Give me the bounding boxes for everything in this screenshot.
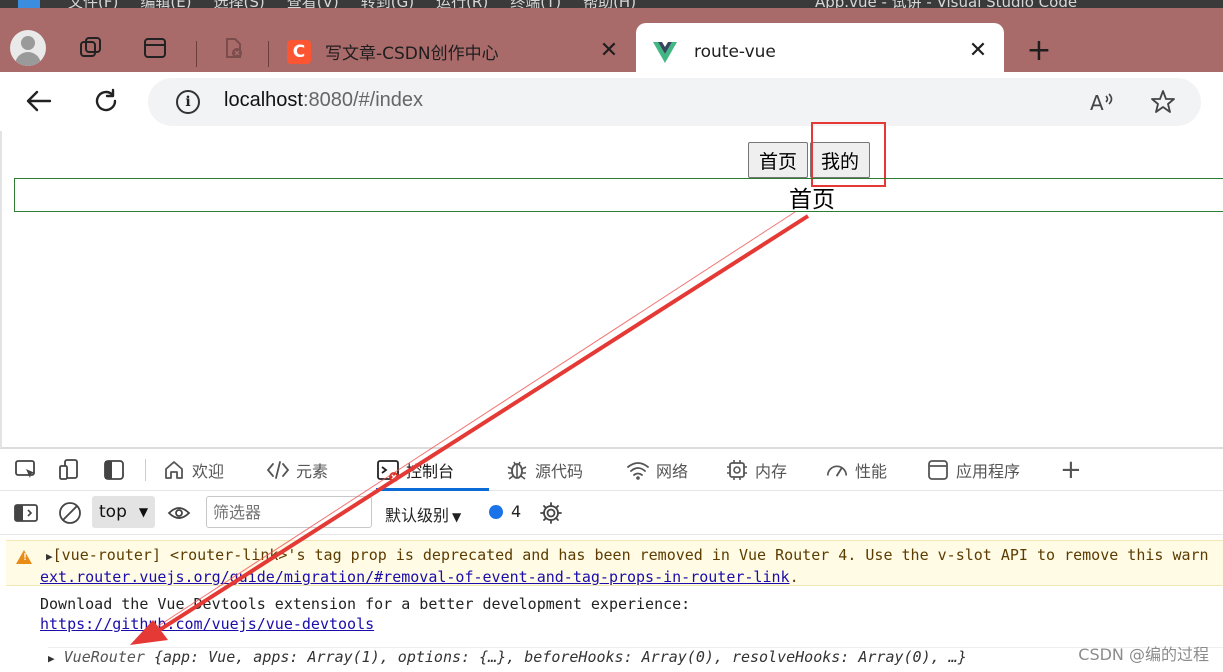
home-icon (162, 458, 186, 482)
tab-separator (196, 41, 197, 67)
vscode-menu-strip: 文件(F) 编辑(E) 选择(S) 查看(V) 转到(G) 运行(R) 终端(T… (0, 0, 1223, 8)
tab-memory[interactable]: 内存 (725, 449, 787, 491)
router-view-box (14, 178, 1223, 212)
menu-help[interactable]: 帮助(H) (583, 0, 636, 8)
sidebar-toggle-icon[interactable] (14, 501, 38, 525)
muted-tab-icon[interactable] (218, 33, 248, 63)
context-select[interactable]: top ▼ (92, 496, 155, 528)
router-nav: 首页 我的 (748, 142, 872, 178)
toolbar-divider (145, 459, 146, 481)
menu-run[interactable]: 运行(R) (436, 0, 488, 8)
tab-label: 性能 (855, 462, 888, 481)
router-view-title: 首页 (789, 187, 835, 213)
tab-label: 网络 (656, 462, 689, 481)
tab-welcome[interactable]: 欢迎 (162, 449, 224, 491)
tab-separator (268, 41, 269, 67)
tab-label: 内存 (755, 462, 788, 481)
console-icon (376, 458, 400, 482)
console-filter-bar: top▼ 默认级别▼ 4 (0, 491, 1223, 535)
warning-icon: ! (16, 550, 32, 564)
tab-elements[interactable]: 元素 (266, 449, 328, 491)
profile-avatar-icon[interactable] (10, 30, 46, 66)
console-object-log[interactable]: ▶ VueRouter {app: Vue, apps: Array(1), o… (48, 647, 1223, 666)
site-info-icon[interactable]: i (176, 90, 200, 114)
tab-console[interactable]: 控制台 (376, 449, 489, 491)
message-icon (489, 504, 503, 519)
object-name: VueRouter (63, 648, 145, 666)
tab-label: 欢迎 (192, 462, 225, 481)
menu-view[interactable]: 查看(V) (287, 0, 339, 8)
devtools-link-row: https://github.com/vuejs/vue-devtools (40, 615, 374, 633)
nav-home-button[interactable]: 首页 (748, 142, 809, 178)
live-expression-eye-icon[interactable] (167, 501, 191, 525)
svg-text:A: A (1090, 91, 1104, 114)
address-bar[interactable]: i localhost:8080/#/index A (148, 78, 1201, 126)
close-icon[interactable]: ✕ (597, 39, 621, 63)
workspaces-icon[interactable] (76, 33, 106, 63)
menu-selection[interactable]: 选择(S) (214, 0, 265, 8)
favorite-star-icon[interactable] (1149, 88, 1177, 116)
gauge-icon (825, 458, 849, 482)
devtools-github-link[interactable]: https://github.com/vuejs/vue-devtools (40, 615, 374, 633)
warning-text-continued: ext.router.vuejs.org/guide/migration/#re… (40, 568, 799, 586)
menu-file[interactable]: 文件(F) (68, 0, 118, 8)
warning-text: ▶[vue-router] <router-link>'s tag prop i… (46, 546, 1209, 564)
dock-side-icon[interactable] (102, 458, 126, 482)
window-title: App.vue - 试讲 - Visual Studio Code (815, 0, 1077, 8)
tab-label: 元素 (296, 462, 329, 481)
back-icon[interactable] (22, 84, 56, 118)
log-levels-dropdown[interactable]: 默认级别 ▼ (385, 502, 461, 526)
code-icon (266, 458, 290, 482)
tab-actions-icon[interactable] (140, 33, 170, 63)
chevron-down-icon: ▼ (452, 510, 462, 524)
menu-goto[interactable]: 转到(G) (361, 0, 414, 8)
tab-title: route-vue (694, 41, 776, 62)
inspect-element-icon[interactable] (14, 458, 38, 482)
menu-edit[interactable]: 编辑(E) (140, 0, 191, 8)
nav-mine-button[interactable]: 我的 (810, 142, 871, 178)
devtools-tab-bar: 欢迎 元素 控制台 源代码 网络 内存 性能 应用程序 + (0, 449, 1223, 491)
csdn-icon: C (287, 39, 311, 64)
console-output: ! ▶[vue-router] <router-link>'s tag prop… (0, 535, 1223, 672)
app-icon (926, 458, 950, 482)
bug-icon (505, 458, 529, 482)
vue-icon (653, 41, 677, 63)
object-preview: {app: Vue, apps: Array(1), options: {…},… (153, 648, 967, 666)
device-emulation-icon[interactable] (57, 458, 81, 482)
tab-title: 写文章-CSDN创作中心 (325, 44, 499, 64)
console-info-message: Download the Vue Devtools extension for … (40, 595, 691, 613)
vscode-logo-icon (18, 0, 40, 8)
console-filter-input[interactable] (206, 496, 372, 528)
address-toolbar: i localhost:8080/#/index A (0, 72, 1223, 131)
close-icon[interactable]: ✕ (966, 39, 990, 63)
tab-performance[interactable]: 性能 (825, 449, 887, 491)
browser-tab-bar: C 写文章-CSDN创作中心 ✕ route-vue ✕ + (0, 8, 1223, 80)
menu-terminal[interactable]: 终端(T) (510, 0, 561, 8)
tab-label: 控制台 (406, 462, 455, 481)
chip-icon (725, 458, 749, 482)
chevron-down-icon: ▼ (138, 505, 149, 519)
expand-triangle-icon[interactable]: ▶ (48, 652, 55, 665)
tab-sources[interactable]: 源代码 (505, 449, 583, 491)
wifi-icon (626, 458, 650, 482)
tab-network[interactable]: 网络 (626, 449, 688, 491)
expand-triangle-icon[interactable]: ▶ (46, 550, 53, 563)
clear-console-icon[interactable] (58, 501, 82, 525)
tab-label: 源代码 (535, 462, 584, 481)
refresh-icon[interactable] (89, 84, 123, 118)
tab-label: 应用程序 (956, 462, 1021, 481)
warning-link[interactable]: ext.router.vuejs.org/guide/migration/#re… (40, 568, 790, 586)
add-tool-button[interactable]: + (1060, 449, 1082, 491)
read-aloud-icon[interactable]: A (1088, 88, 1116, 116)
message-count-badge[interactable]: 4 (489, 502, 521, 521)
console-settings-gear-icon[interactable] (539, 501, 563, 525)
new-tab-button[interactable]: + (1024, 36, 1054, 66)
page-viewport: 首页 我的 首页 (0, 122, 1223, 449)
console-warning-message[interactable]: ! ▶[vue-router] <router-link>'s tag prop… (6, 540, 1223, 586)
watermark: CSDN @编的过程 (1078, 645, 1209, 664)
url-text[interactable]: localhost:8080/#/index (224, 89, 423, 112)
vscode-menu: 文件(F) 编辑(E) 选择(S) 查看(V) 转到(G) 运行(R) 终端(T… (68, 0, 636, 8)
tab-application[interactable]: 应用程序 (926, 449, 1020, 491)
